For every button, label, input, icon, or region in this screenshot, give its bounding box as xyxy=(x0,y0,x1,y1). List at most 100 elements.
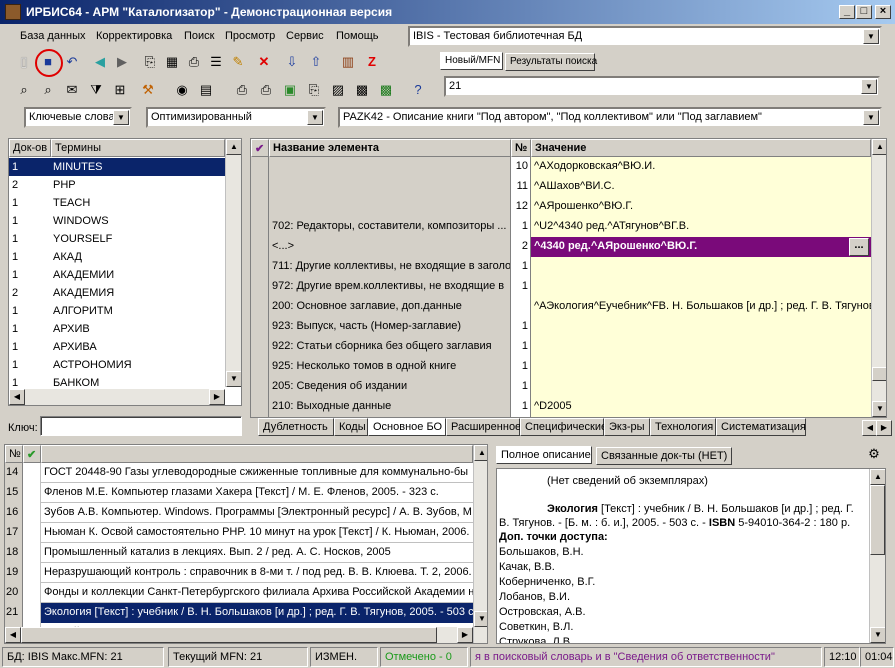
arrow-left-icon[interactable]: ◀ xyxy=(90,52,110,72)
checkmark-icon[interactable]: ✔ xyxy=(251,139,269,157)
scroll-down-icon[interactable]: ▼ xyxy=(870,627,885,643)
record-check[interactable] xyxy=(23,483,41,503)
field-value[interactable] xyxy=(531,357,871,377)
delete-icon[interactable]: ✕ xyxy=(254,52,274,72)
chevron-down-icon[interactable]: ▼ xyxy=(863,110,879,125)
field-tab[interactable]: Коды xyxy=(334,418,368,436)
field-value[interactable] xyxy=(531,317,871,337)
terms-row[interactable]: 2 PHP xyxy=(9,176,225,194)
field-row-indicator[interactable] xyxy=(251,377,269,397)
tab-full-description[interactable]: Полное описание xyxy=(496,446,592,464)
word-icon[interactable]: ▩ xyxy=(352,80,372,100)
import-icon[interactable]: ⇩ xyxy=(282,52,302,72)
field-row[interactable]: 922: Статьи сборника без общего заглавия… xyxy=(251,337,871,357)
field-value[interactable]: ^АЯрошенко^ВЮ.Г. xyxy=(531,197,871,217)
terms-row[interactable]: 1 АРХИВА xyxy=(9,338,225,356)
record-row[interactable]: 18 Промышленный катализ в лекциях. Вып. 2… xyxy=(5,543,473,563)
records-col-no[interactable]: № xyxy=(5,445,23,463)
documents-icon[interactable]: ⎘ xyxy=(304,80,324,100)
arrow-right-icon[interactable]: ▶ xyxy=(112,52,132,72)
key-input[interactable] xyxy=(40,416,242,436)
fields-scrollbar[interactable]: ▲ ▼ xyxy=(871,139,886,417)
fields-col-no[interactable]: № xyxy=(511,139,531,157)
field-tab[interactable]: Экз-ры xyxy=(604,418,650,436)
scroll-up-icon[interactable]: ▲ xyxy=(872,139,886,155)
terms-row[interactable]: 1 YOURSELF xyxy=(9,230,225,248)
print-preview-icon[interactable]: ⎙ xyxy=(256,80,276,100)
fields-col-name[interactable]: Название элемента xyxy=(269,139,511,157)
terms-row[interactable]: 1 WINDOWS xyxy=(9,212,225,230)
field-value[interactable] xyxy=(531,277,871,297)
settings-icon[interactable]: ⚙ xyxy=(864,444,884,464)
record-row[interactable]: 15 Фленов М.Е. Компьютер глазами Хакера [… xyxy=(5,483,473,503)
chevron-down-icon[interactable]: ▼ xyxy=(113,110,129,125)
books-icon[interactable]: ▥ xyxy=(338,52,358,72)
field-tab[interactable]: Специфические xyxy=(520,418,607,436)
chevron-down-icon[interactable]: ▼ xyxy=(863,29,879,44)
field-row[interactable]: 210: Выходные данные 1 ^D2005 xyxy=(251,397,871,417)
field-value[interactable]: ^АХодорковская^ВЮ.И. xyxy=(531,157,871,177)
scroll-right-icon[interactable]: ▶ xyxy=(457,627,473,643)
field-tab[interactable]: Систематизация xyxy=(716,418,806,436)
field-row-indicator[interactable] xyxy=(251,277,269,297)
tabs-scroll-right-icon[interactable]: ▶ xyxy=(876,420,892,436)
terms-col-terms[interactable]: Термины xyxy=(51,139,225,157)
app-icon[interactable] xyxy=(5,4,21,20)
terms-row[interactable]: 1 АРХИВ xyxy=(9,320,225,338)
export-icon[interactable]: ⇧ xyxy=(306,52,326,72)
tab-search-results[interactable]: Результаты поиска xyxy=(505,53,597,71)
terms-row[interactable]: 1 АСТРОНОМИЯ xyxy=(9,356,225,374)
scroll-left-icon[interactable]: ◀ xyxy=(9,389,25,405)
scroll-down-icon[interactable]: ▼ xyxy=(872,401,886,417)
menu-view[interactable]: Просмотр xyxy=(225,30,275,42)
terms-scrollbar[interactable]: ▲ ▼ xyxy=(225,139,241,387)
scroll-up-icon[interactable]: ▲ xyxy=(474,445,487,461)
field-row[interactable]: 972: Другие врем.коллективы, не входящие… xyxy=(251,277,871,297)
grid-icon[interactable]: ▦ xyxy=(162,52,182,72)
excel-icon[interactable]: ▩ xyxy=(376,80,396,100)
scroll-left-icon[interactable]: ◀ xyxy=(5,627,21,643)
mfn-combo[interactable]: 21 ▼ xyxy=(444,76,880,97)
menu-help[interactable]: Помощь xyxy=(336,30,379,42)
terms-row[interactable]: 1 TEACH xyxy=(9,194,225,212)
field-row-indicator[interactable] xyxy=(251,257,269,277)
close-button[interactable]: × xyxy=(875,5,891,19)
field-row[interactable]: 925: Несколько томов в одной книге 1 xyxy=(251,357,871,377)
record-check[interactable] xyxy=(23,583,41,603)
terms-row[interactable]: 1 АЛГОРИТМ xyxy=(9,302,225,320)
fields-col-value[interactable]: Значение xyxy=(531,139,871,157)
field-row-indicator[interactable] xyxy=(251,197,269,217)
field-value[interactable]: ^АШахов^ВИ.С. xyxy=(531,177,871,197)
scroll-thumb[interactable] xyxy=(872,367,886,381)
field-row-indicator[interactable] xyxy=(251,217,269,237)
printer-icon[interactable]: ⎙ xyxy=(232,80,252,100)
field-value[interactable] xyxy=(531,377,871,397)
search-advanced-icon[interactable]: ⌕ xyxy=(38,80,58,100)
field-row[interactable]: 200: Основное заглавие, доп.данные ^АЭкол… xyxy=(251,297,871,317)
record-row[interactable]: 21 Экология [Текст] : учебник / В. Н. Бол… xyxy=(5,603,473,623)
list-icon[interactable]: ☰ xyxy=(206,52,226,72)
field-value[interactable]: ^4340 ред.^АЯрошенко^ВЮ.Г. xyxy=(531,237,871,257)
field-tab[interactable]: Расширенное xyxy=(446,418,521,436)
record-row[interactable]: 14 ГОСТ 20448-90 Газы углеводородные сжиж… xyxy=(5,463,473,483)
field-row[interactable]: 711: Другие коллективы, не входящие в за… xyxy=(251,257,871,277)
field-value[interactable]: ^АЭкология^Еучебник^FВ. Н. Большаков [и … xyxy=(531,297,871,317)
tab-new-mfn[interactable]: Новый/MFN xyxy=(440,52,503,70)
field-row-indicator[interactable] xyxy=(251,317,269,337)
record-check[interactable] xyxy=(23,603,41,623)
help-icon[interactable]: ? xyxy=(408,80,428,100)
record-check[interactable] xyxy=(23,563,41,583)
menu-service[interactable]: Сервис xyxy=(286,30,324,42)
tab-linked-documents[interactable]: Связанные док-ты (НЕТ) xyxy=(596,447,732,465)
tree-icon[interactable]: ⊞ xyxy=(110,80,130,100)
checkmark-icon[interactable]: ✔ xyxy=(23,445,41,463)
record-check[interactable] xyxy=(23,463,41,483)
edit-icon[interactable]: ✎ xyxy=(228,52,248,72)
records-col-text[interactable] xyxy=(41,445,473,463)
menu-database[interactable]: База данных xyxy=(20,30,86,42)
field-row-indicator[interactable] xyxy=(251,237,269,257)
maximize-button[interactable]: □ xyxy=(856,5,872,19)
worksheet-combo[interactable]: PAZK42 - Описание книги "Под автором", "… xyxy=(338,107,882,128)
field-row[interactable]: 205: Сведения об издании 1 xyxy=(251,377,871,397)
undo-icon[interactable]: ↶ xyxy=(62,52,82,72)
